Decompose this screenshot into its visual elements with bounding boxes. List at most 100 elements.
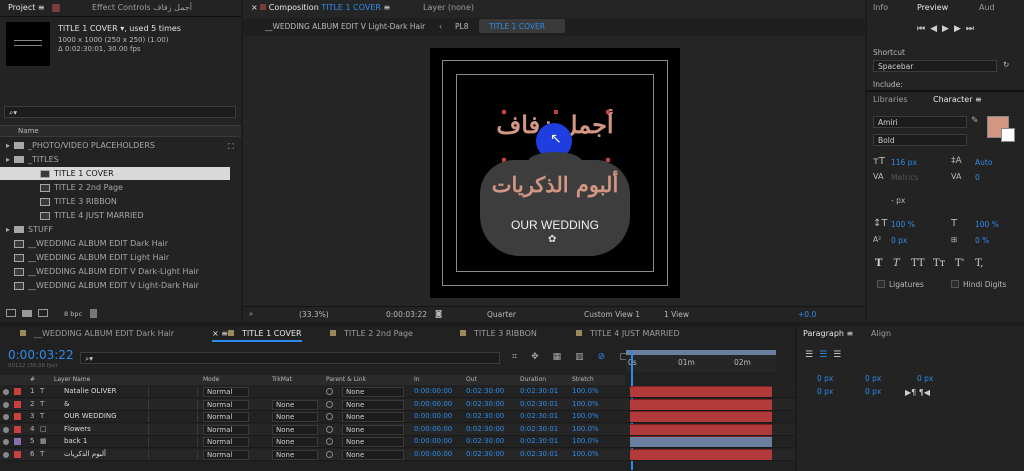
label-color-icon[interactable] xyxy=(14,425,21,433)
project-list-item[interactable]: ▸ STUFF xyxy=(0,223,230,236)
visibility-toggle-icon[interactable] xyxy=(3,439,9,445)
vertical-scale-value[interactable]: 100 % xyxy=(891,220,915,229)
track-matte-select[interactable]: None xyxy=(272,437,318,447)
project-list-item[interactable]: ▸ _TITLES xyxy=(0,153,230,166)
tab-paragraph[interactable]: Paragraph ≡ xyxy=(803,326,853,342)
parent-select[interactable]: None xyxy=(342,399,404,410)
comp-flowchart-icon[interactable]: ⌗ xyxy=(512,352,531,362)
blend-mode-select[interactable]: Normal xyxy=(203,387,249,397)
tracking-value[interactable]: 0 xyxy=(975,173,980,182)
tab-character[interactable]: Character ≡ xyxy=(933,92,982,108)
stroke-width-value[interactable]: - px xyxy=(891,196,905,205)
indent-right-value[interactable]: 0 px xyxy=(865,374,881,383)
timecode-value[interactable]: 0:00:03:22 xyxy=(386,310,427,319)
layer-duration-bar[interactable] xyxy=(630,448,772,460)
subscript-button[interactable]: T, xyxy=(975,258,993,269)
timeline-tab[interactable]: × ≡ TITLE 1 COVER xyxy=(212,326,302,342)
indent-left-value[interactable]: 0 px xyxy=(817,374,833,383)
layer-duration-bar[interactable] xyxy=(630,411,772,422)
project-list-item[interactable]: TITLE 1 COVER xyxy=(0,167,230,180)
pick-whip-icon[interactable] xyxy=(326,425,333,433)
superscript-button[interactable]: T' xyxy=(955,258,975,269)
timeline-tab[interactable]: TITLE 3 RIBBON xyxy=(460,326,537,342)
timeline-tab[interactable]: TITLE 2 2nd Page xyxy=(330,326,413,342)
align-right-icon[interactable]: ☰ xyxy=(833,350,847,360)
breadcrumb-item-1[interactable]: __WEDDING ALBUM EDIT V Light-Dark Hair xyxy=(265,22,425,31)
track-matte-select[interactable]: None xyxy=(272,449,318,460)
space-after-value[interactable]: 0 px xyxy=(865,387,881,396)
camera-icon[interactable]: ◙ xyxy=(435,309,442,318)
project-search-input[interactable]: ⌕▾ xyxy=(4,106,236,118)
ltr-direction-icon[interactable]: ▶¶ xyxy=(905,388,916,397)
font-size-value[interactable]: 116 px xyxy=(891,158,917,167)
layer-row[interactable]: 3 T OUR WEDDING Normal None None 0:00:00:00 0:0… xyxy=(0,411,795,423)
project-list-item[interactable]: __WEDDING ALBUM EDIT Light Hair xyxy=(0,251,230,264)
blend-mode-select[interactable]: Normal xyxy=(203,399,249,410)
layer-name[interactable]: OUR WEDDING xyxy=(64,412,117,420)
lock-icon[interactable] xyxy=(52,4,60,12)
duration[interactable]: 0:02:30:01 xyxy=(520,450,558,458)
small-caps-button[interactable]: Tт xyxy=(933,258,955,269)
out-point[interactable]: 0:02:30:00 xyxy=(466,437,504,445)
timeline-tab[interactable]: TITLE 4 JUST MARRIED xyxy=(576,326,680,342)
resolution-select[interactable]: Quarter xyxy=(487,310,516,319)
in-point[interactable]: 0:00:00:00 xyxy=(414,425,452,433)
disclosure-triangle-icon[interactable]: ▸ xyxy=(6,223,14,236)
interpret-footage-icon[interactable] xyxy=(6,309,16,317)
layer-switches[interactable] xyxy=(148,437,198,447)
duration[interactable]: 0:02:30:01 xyxy=(520,400,558,408)
out-point[interactable]: 0:02:30:00 xyxy=(466,425,504,433)
horizontal-scale-value[interactable]: 100 % xyxy=(975,220,999,229)
pick-whip-icon[interactable] xyxy=(326,400,333,408)
duration[interactable]: 0:02:30:01 xyxy=(520,437,558,445)
tab-layer[interactable]: Layer (none) xyxy=(423,0,474,16)
bpc-label[interactable]: 8 bpc xyxy=(64,310,82,318)
layer-duration-bar[interactable] xyxy=(630,398,772,410)
out-point[interactable]: 0:02:30:00 xyxy=(466,412,504,420)
align-center-icon[interactable]: ☰ xyxy=(819,350,833,360)
project-list-item[interactable]: TITLE 2 2nd Page xyxy=(0,181,230,194)
tab-composition[interactable]: × Composition TITLE 1 COVER ≡ xyxy=(251,0,390,16)
in-point[interactable]: 0:00:00:00 xyxy=(414,412,452,420)
timeline-tab[interactable]: __WEDDING ALBUM EDIT Dark Hair xyxy=(20,326,174,342)
stroke-color-swatch[interactable] xyxy=(1001,128,1015,142)
tab-effect-controls[interactable]: Effect Controls أجمل زفاف xyxy=(92,0,192,16)
project-list-item[interactable]: __WEDDING ALBUM EDIT V Dark-Light Hair xyxy=(0,265,230,278)
shortcut-select[interactable]: Spacebar xyxy=(873,60,997,72)
blend-mode-select[interactable]: Normal xyxy=(203,424,249,435)
rtl-direction-icon[interactable]: ¶◀ xyxy=(919,388,930,397)
track-matte-select[interactable]: None xyxy=(272,412,318,422)
label-color-icon[interactable] xyxy=(14,413,21,420)
visibility-toggle-icon[interactable] xyxy=(3,451,9,458)
duration[interactable]: 0:02:30:01 xyxy=(520,387,558,395)
stretch[interactable]: 100.0% xyxy=(572,400,599,408)
layer-name[interactable]: back 1 xyxy=(64,437,87,445)
last-frame-icon[interactable]: ⏭ xyxy=(966,24,979,34)
in-point[interactable]: 0:00:00:00 xyxy=(414,450,452,458)
stretch[interactable]: 100.0% xyxy=(572,412,599,420)
disclosure-triangle-icon[interactable]: ▸ xyxy=(6,139,14,152)
pick-whip-icon[interactable] xyxy=(326,450,333,458)
loop-icon[interactable]: ↻ xyxy=(1003,60,1009,69)
layer-row[interactable]: 1 T Natalie OLIVER Normal None 0:00:00:00 0:02… xyxy=(0,386,795,398)
space-before-value[interactable]: 0 px xyxy=(817,387,833,396)
work-area-bar[interactable] xyxy=(626,350,776,355)
visibility-toggle-icon[interactable] xyxy=(3,414,9,420)
tab-align[interactable]: Align xyxy=(871,326,891,342)
pick-whip-icon[interactable] xyxy=(326,388,333,395)
layer-switches[interactable] xyxy=(148,424,198,435)
layer-name[interactable]: ألبوم الذكريات xyxy=(64,450,106,458)
project-list-item[interactable]: ▸ _PHOTO/VIDEO PLACEHOLDERS xyxy=(0,139,230,152)
layer-name[interactable]: & xyxy=(64,400,69,408)
blend-mode-select[interactable]: Normal xyxy=(203,449,249,460)
tab-audio[interactable]: Aud xyxy=(979,0,995,16)
label-color-icon[interactable] xyxy=(14,450,21,458)
tab-libraries[interactable]: Libraries xyxy=(873,92,908,108)
layer-row[interactable]: 4 □ Flowers Normal None None 0:00:00:00 0:02:30… xyxy=(0,423,795,436)
out-point[interactable]: 0:02:30:00 xyxy=(466,387,504,395)
visibility-toggle-icon[interactable] xyxy=(3,401,9,408)
label-color-icon[interactable] xyxy=(14,388,21,395)
selection-handle[interactable] xyxy=(606,110,610,114)
first-line-indent-value[interactable]: 0 px xyxy=(917,374,933,383)
ligatures-checkbox[interactable] xyxy=(877,280,885,288)
